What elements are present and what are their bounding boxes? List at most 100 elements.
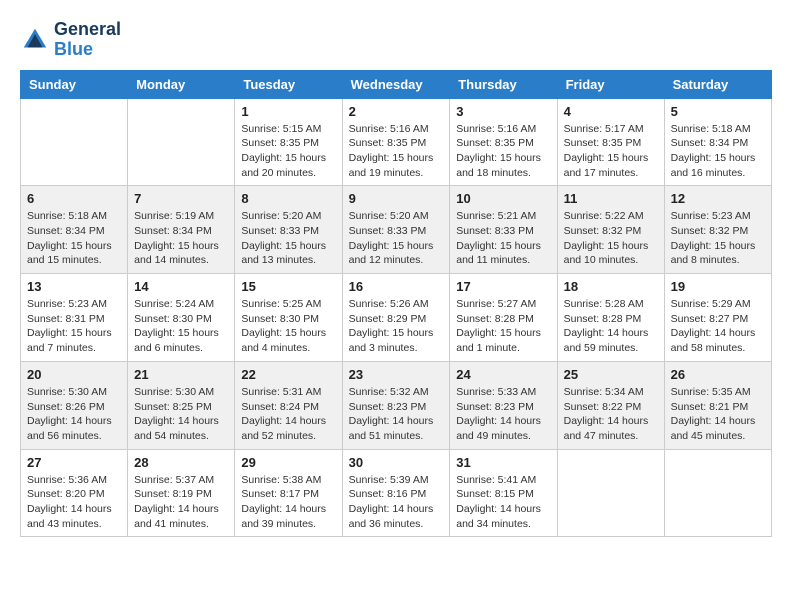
calendar-cell: 9Sunrise: 5:20 AMSunset: 8:33 PMDaylight… (342, 186, 450, 274)
day-info: Sunrise: 5:37 AMSunset: 8:19 PMDaylight:… (134, 473, 228, 532)
calendar-cell: 12 Sunrise: 5:23 AMSunset: 8:32 PMDayligh… (664, 186, 771, 274)
calendar-cell: 22 Sunrise: 5:31 AMSunset: 8:24 PMDayligh… (235, 361, 342, 449)
calendar-cell: 3 Sunrise: 5:16 AMSunset: 8:35 PMDaylight… (450, 98, 557, 186)
day-info: Sunrise: 5:32 AMSunset: 8:23 PMDaylight:… (349, 385, 444, 444)
page-header: General Blue (20, 20, 772, 60)
day-info: Sunrise: 5:17 AMSunset: 8:35 PMDaylight:… (564, 122, 658, 181)
day-info: Sunrise: 5:16 AMSunset: 8:35 PMDaylight:… (456, 122, 550, 181)
day-number: 29 (241, 455, 335, 470)
logo-icon (20, 25, 50, 55)
day-number: 27 (27, 455, 121, 470)
day-info: Sunrise: 5:35 AMSunset: 8:21 PMDaylight:… (671, 385, 765, 444)
day-number: 3 (456, 104, 550, 119)
weekday-header-thursday: Thursday (450, 70, 557, 98)
day-number: 4 (564, 104, 658, 119)
logo-text-general: General (54, 20, 121, 40)
calendar-week-row: 27Sunrise: 5:36 AMSunset: 8:20 PMDayligh… (21, 449, 772, 537)
day-number: 22 (241, 367, 335, 382)
day-number: 7 (134, 191, 228, 206)
calendar-cell: 21Sunrise: 5:30 AMSunset: 8:25 PMDayligh… (128, 361, 235, 449)
day-info: Sunrise: 5:18 AMSunset: 8:34 PMDaylight:… (27, 209, 121, 268)
calendar-cell (21, 98, 128, 186)
calendar-cell: 6 Sunrise: 5:18 AMSunset: 8:34 PMDaylight… (21, 186, 128, 274)
calendar-cell: 8 Sunrise: 5:20 AMSunset: 8:33 PMDaylight… (235, 186, 342, 274)
calendar-cell (557, 449, 664, 537)
day-number: 26 (671, 367, 765, 382)
day-info: Sunrise: 5:30 AMSunset: 8:25 PMDaylight:… (134, 385, 228, 444)
calendar-week-row: 6 Sunrise: 5:18 AMSunset: 8:34 PMDaylight… (21, 186, 772, 274)
calendar-cell: 7 Sunrise: 5:19 AMSunset: 8:34 PMDaylight… (128, 186, 235, 274)
calendar-table: SundayMondayTuesdayWednesdayThursdayFrid… (20, 70, 772, 538)
day-number: 18 (564, 279, 658, 294)
day-info: Sunrise: 5:20 AMSunset: 8:33 PMDaylight:… (349, 209, 444, 268)
calendar-week-row: 1Sunrise: 5:15 AMSunset: 8:35 PMDaylight… (21, 98, 772, 186)
day-info: Sunrise: 5:25 AMSunset: 8:30 PMDaylight:… (241, 297, 335, 356)
day-info: Sunrise: 5:41 AMSunset: 8:15 PMDaylight:… (456, 473, 550, 532)
day-info: Sunrise: 5:29 AMSunset: 8:27 PMDaylight:… (671, 297, 765, 356)
calendar-cell: 2 Sunrise: 5:16 AMSunset: 8:35 PMDaylight… (342, 98, 450, 186)
day-number: 2 (349, 104, 444, 119)
day-info: Sunrise: 5:28 AMSunset: 8:28 PMDaylight:… (564, 297, 658, 356)
calendar-cell: 27Sunrise: 5:36 AMSunset: 8:20 PMDayligh… (21, 449, 128, 537)
calendar-cell: 31 Sunrise: 5:41 AMSunset: 8:15 PMDayligh… (450, 449, 557, 537)
day-info: Sunrise: 5:21 AMSunset: 8:33 PMDaylight:… (456, 209, 550, 268)
day-number: 5 (671, 104, 765, 119)
calendar-cell: 5 Sunrise: 5:18 AMSunset: 8:34 PMDaylight… (664, 98, 771, 186)
weekday-header-tuesday: Tuesday (235, 70, 342, 98)
calendar-cell: 16 Sunrise: 5:26 AMSunset: 8:29 PMDayligh… (342, 274, 450, 362)
calendar-cell: 13 Sunrise: 5:23 AMSunset: 8:31 PMDayligh… (21, 274, 128, 362)
day-number: 23 (349, 367, 444, 382)
calendar-cell (664, 449, 771, 537)
day-info: Sunrise: 5:33 AMSunset: 8:23 PMDaylight:… (456, 385, 550, 444)
calendar-cell: 25 Sunrise: 5:34 AMSunset: 8:22 PMDayligh… (557, 361, 664, 449)
calendar-cell: 15 Sunrise: 5:25 AMSunset: 8:30 PMDayligh… (235, 274, 342, 362)
day-number: 13 (27, 279, 121, 294)
day-info: Sunrise: 5:22 AMSunset: 8:32 PMDaylight:… (564, 209, 658, 268)
day-number: 6 (27, 191, 121, 206)
day-info: Sunrise: 5:23 AMSunset: 8:31 PMDaylight:… (27, 297, 121, 356)
day-info: Sunrise: 5:24 AMSunset: 8:30 PMDaylight:… (134, 297, 228, 356)
weekday-header-saturday: Saturday (664, 70, 771, 98)
day-number: 20 (27, 367, 121, 382)
day-number: 25 (564, 367, 658, 382)
day-info: Sunrise: 5:38 AMSunset: 8:17 PMDaylight:… (241, 473, 335, 532)
calendar-cell: 14Sunrise: 5:24 AMSunset: 8:30 PMDayligh… (128, 274, 235, 362)
logo-text-blue: Blue (54, 40, 121, 60)
day-number: 15 (241, 279, 335, 294)
day-number: 8 (241, 191, 335, 206)
day-number: 17 (456, 279, 550, 294)
weekday-header-sunday: Sunday (21, 70, 128, 98)
day-info: Sunrise: 5:30 AMSunset: 8:26 PMDaylight:… (27, 385, 121, 444)
calendar-cell: 18 Sunrise: 5:28 AMSunset: 8:28 PMDayligh… (557, 274, 664, 362)
day-number: 11 (564, 191, 658, 206)
day-info: Sunrise: 5:18 AMSunset: 8:34 PMDaylight:… (671, 122, 765, 181)
calendar-cell: 30Sunrise: 5:39 AMSunset: 8:16 PMDayligh… (342, 449, 450, 537)
day-info: Sunrise: 5:16 AMSunset: 8:35 PMDaylight:… (349, 122, 444, 181)
calendar-week-row: 20 Sunrise: 5:30 AMSunset: 8:26 PMDayligh… (21, 361, 772, 449)
calendar-cell: 1Sunrise: 5:15 AMSunset: 8:35 PMDaylight… (235, 98, 342, 186)
day-number: 24 (456, 367, 550, 382)
day-number: 28 (134, 455, 228, 470)
day-info: Sunrise: 5:20 AMSunset: 8:33 PMDaylight:… (241, 209, 335, 268)
day-info: Sunrise: 5:34 AMSunset: 8:22 PMDaylight:… (564, 385, 658, 444)
day-number: 16 (349, 279, 444, 294)
calendar-cell: 28 Sunrise: 5:37 AMSunset: 8:19 PMDayligh… (128, 449, 235, 537)
calendar-cell: 24 Sunrise: 5:33 AMSunset: 8:23 PMDayligh… (450, 361, 557, 449)
calendar-cell (128, 98, 235, 186)
day-info: Sunrise: 5:19 AMSunset: 8:34 PMDaylight:… (134, 209, 228, 268)
calendar-header-row: SundayMondayTuesdayWednesdayThursdayFrid… (21, 70, 772, 98)
day-number: 31 (456, 455, 550, 470)
day-number: 10 (456, 191, 550, 206)
day-info: Sunrise: 5:26 AMSunset: 8:29 PMDaylight:… (349, 297, 444, 356)
day-info: Sunrise: 5:15 AMSunset: 8:35 PMDaylight:… (241, 122, 335, 181)
calendar-week-row: 13 Sunrise: 5:23 AMSunset: 8:31 PMDayligh… (21, 274, 772, 362)
day-info: Sunrise: 5:23 AMSunset: 8:32 PMDaylight:… (671, 209, 765, 268)
weekday-header-friday: Friday (557, 70, 664, 98)
day-number: 12 (671, 191, 765, 206)
calendar-cell: 4 Sunrise: 5:17 AMSunset: 8:35 PMDaylight… (557, 98, 664, 186)
day-info: Sunrise: 5:39 AMSunset: 8:16 PMDaylight:… (349, 473, 444, 532)
logo: General Blue (20, 20, 121, 60)
calendar-cell: 17Sunrise: 5:27 AMSunset: 8:28 PMDayligh… (450, 274, 557, 362)
day-info: Sunrise: 5:31 AMSunset: 8:24 PMDaylight:… (241, 385, 335, 444)
calendar-cell: 19Sunrise: 5:29 AMSunset: 8:27 PMDayligh… (664, 274, 771, 362)
